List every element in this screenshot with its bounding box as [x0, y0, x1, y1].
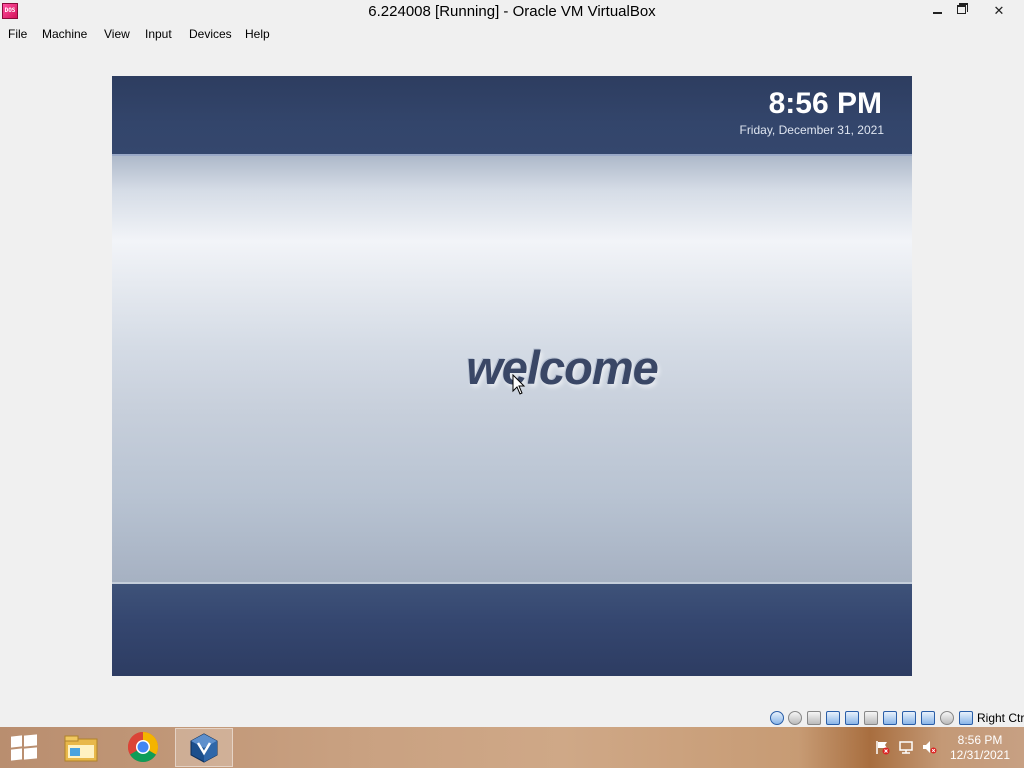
network-tray-icon[interactable]	[898, 739, 914, 755]
menu-input[interactable]: Input	[145, 27, 172, 41]
shared-folder-icon[interactable]	[864, 711, 878, 725]
menu-file[interactable]: File	[8, 27, 27, 41]
taskbar-file-explorer[interactable]	[52, 728, 110, 767]
vm-clock: 8:56 PM	[768, 87, 882, 120]
display-icon[interactable]	[883, 711, 897, 725]
taskbar-clock[interactable]: 8:56 PM 12/31/2021	[940, 733, 1020, 763]
taskbar-date: 12/31/2021	[949, 748, 1011, 762]
virtualbox-icon	[190, 733, 218, 763]
close-icon: ✕	[993, 3, 1005, 18]
close-button[interactable]: ✕	[982, 0, 1016, 21]
chrome-icon	[127, 732, 159, 763]
floppy-icon[interactable]	[807, 711, 821, 725]
restore-button[interactable]	[947, 0, 977, 21]
vm-display[interactable]: 8:56 PM Friday, December 31, 2021 welcom…	[112, 76, 912, 676]
welcome-text: welcome	[466, 341, 659, 394]
taskbar-chrome[interactable]	[115, 728, 173, 767]
window-title: 6.224008 [Running] - Oracle VM VirtualBo…	[368, 3, 656, 20]
host-key-label[interactable]: Right Ctrl	[977, 711, 1024, 725]
video-capture-icon[interactable]	[902, 711, 916, 725]
menu-devices[interactable]: Devices	[189, 27, 232, 41]
menu-help[interactable]: Help	[245, 27, 270, 41]
cpu-icon[interactable]	[921, 711, 935, 725]
taskbar-time: 8:56 PM	[957, 733, 1003, 747]
network-icon[interactable]	[826, 711, 840, 725]
taskbar-virtualbox[interactable]	[175, 728, 233, 767]
action-center-flag-icon[interactable]	[874, 739, 890, 755]
volume-muted-icon[interactable]	[921, 739, 937, 755]
optical-drive-icon[interactable]	[788, 711, 802, 725]
menu-bar: File Machine View Input Devices Help	[0, 23, 1024, 45]
usb-icon[interactable]	[845, 711, 859, 725]
start-button[interactable]	[0, 727, 48, 768]
file-explorer-icon	[64, 735, 98, 762]
vm-date: Friday, December 31, 2021	[739, 123, 884, 137]
minimize-icon	[933, 12, 942, 14]
hard-disk-icon[interactable]	[770, 711, 784, 725]
title-bar[interactable]: DOS 6.224008 [Running] - Oracle VM Virtu…	[0, 0, 1024, 23]
taskbar: 8:56 PM 12/31/2021	[0, 727, 1024, 768]
keyboard-icon[interactable]	[959, 711, 973, 725]
vm-footer-band	[112, 584, 912, 676]
menu-view[interactable]: View	[104, 27, 130, 41]
mouse-integration-icon[interactable]	[940, 711, 954, 725]
mouse-pointer-icon	[512, 374, 526, 395]
vm-status-bar: Right Ctrl	[768, 709, 1024, 727]
menu-machine[interactable]: Machine	[42, 27, 87, 41]
